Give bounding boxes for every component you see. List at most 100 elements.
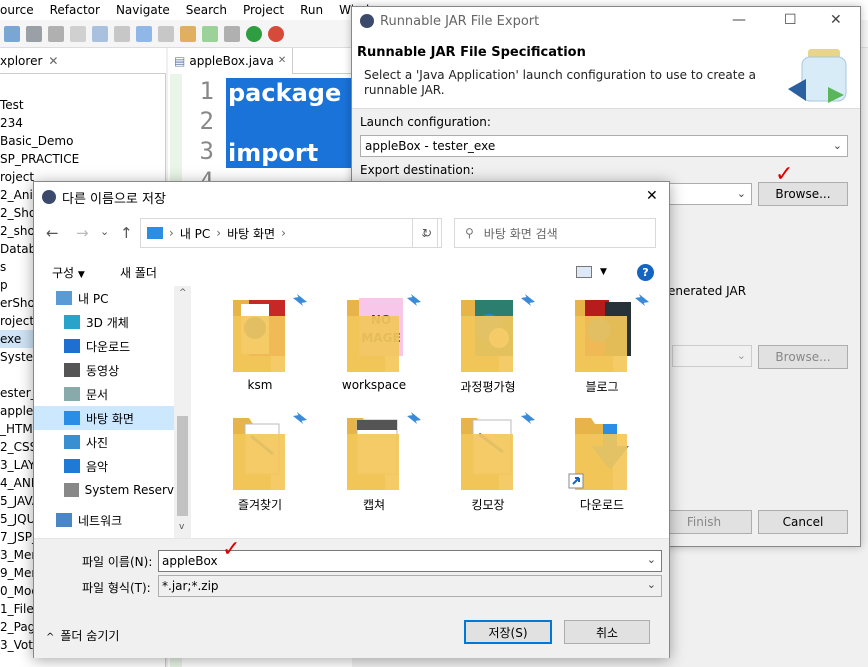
folder-item[interactable]: 과정평가형 xyxy=(433,286,543,396)
toolbar-icon[interactable] xyxy=(4,25,20,42)
back-arrow-icon[interactable]: ← xyxy=(46,224,59,242)
chevron-right-icon[interactable]: › xyxy=(216,226,221,240)
save-button[interactable]: 저장(S) xyxy=(464,620,552,644)
menu-search[interactable]: Search xyxy=(178,3,235,17)
editor-tab[interactable]: ▤ appleBox.java ✕ xyxy=(168,47,294,74)
menu-run[interactable]: Run xyxy=(292,3,331,17)
toolbar-icon[interactable] xyxy=(26,25,42,42)
chevron-down-icon[interactable]: ⌄ xyxy=(647,553,656,566)
chevron-down-icon[interactable]: ⌄ xyxy=(647,578,656,591)
nav-item[interactable]: 바탕 화면 xyxy=(34,406,189,430)
filename-value: appleBox xyxy=(162,554,218,568)
menu-navigate[interactable]: Navigate xyxy=(108,3,178,17)
toolbar-icon[interactable] xyxy=(48,25,64,42)
nav-item[interactable]: 내 PC xyxy=(34,286,189,310)
organize-menu[interactable]: 구성 ▼ xyxy=(52,264,85,281)
launch-config-select[interactable]: appleBox - tester_exe ⌄ xyxy=(360,135,848,157)
toolbar-icon[interactable] xyxy=(70,25,86,42)
menu-project[interactable]: Project xyxy=(235,3,292,17)
video-icon xyxy=(64,363,80,377)
nav-item[interactable]: 네트워크 xyxy=(34,508,189,532)
browse-button[interactable]: Browse... xyxy=(758,182,848,206)
cancel-button[interactable]: Cancel xyxy=(758,510,848,534)
chevron-right-icon[interactable]: › xyxy=(281,226,286,240)
folder-name: 캡쳐 xyxy=(362,498,386,512)
save-dialog-footer: 파일 이름(N): appleBox ⌄ 파일 형식(T): *.jar;*.z… xyxy=(34,538,669,658)
breadcrumb-pc[interactable]: 내 PC xyxy=(180,225,210,242)
close-icon[interactable]: ✕ xyxy=(278,55,286,66)
maximize-icon[interactable]: ☐ xyxy=(784,12,797,28)
caret-down-icon[interactable]: ▼ xyxy=(600,267,607,277)
scrollbar-thumb[interactable] xyxy=(177,416,188,516)
folder-item[interactable]: 블로그 xyxy=(547,286,657,396)
music-icon xyxy=(64,459,80,473)
minimize-icon[interactable]: — xyxy=(732,12,746,28)
nav-item[interactable]: 동영상 xyxy=(34,358,189,382)
close-icon[interactable]: ✕ xyxy=(48,54,58,68)
close-icon[interactable]: ✕ xyxy=(830,12,842,28)
menu-source[interactable]: ource xyxy=(0,3,42,17)
finish-button[interactable]: Finish xyxy=(656,510,752,534)
refresh-button[interactable]: ↻ xyxy=(412,218,442,248)
folder-item[interactable]: ksm xyxy=(205,286,315,396)
chevron-down-icon[interactable]: ⌄ xyxy=(100,225,109,238)
chevron-right-icon[interactable]: › xyxy=(169,226,174,240)
filetype-select[interactable]: *.jar;*.zip ⌄ xyxy=(158,575,662,597)
scroll-up-icon[interactable]: ^ xyxy=(179,288,187,298)
run-icon[interactable] xyxy=(246,25,262,42)
tree-item[interactable]: Test xyxy=(0,96,166,114)
folder-item[interactable]: 다운로드 xyxy=(547,404,657,514)
folder-name: 블로그 xyxy=(585,380,619,394)
folder-name: workspace xyxy=(341,378,407,392)
folder-item[interactable]: NOMAGE workspace xyxy=(319,286,429,396)
forward-arrow-icon[interactable]: → xyxy=(76,224,89,242)
jar-banner-icon xyxy=(788,49,847,103)
nav-scrollbar[interactable]: ^ v xyxy=(174,286,191,538)
search-input[interactable]: ⚲ 바탕 화면 검색 xyxy=(454,218,656,248)
toolbar-icon[interactable] xyxy=(202,25,218,42)
toolbar-icon[interactable] xyxy=(224,25,240,42)
debug-icon[interactable] xyxy=(268,25,284,42)
save-dialog-titlebar: 다른 이름으로 저장 ✕ xyxy=(34,182,669,212)
toolbar-icon[interactable] xyxy=(158,25,174,42)
toolbar-icon[interactable] xyxy=(180,25,196,42)
hide-folders-toggle[interactable]: ^ 폴더 숨기기 xyxy=(46,627,119,644)
pc-icon xyxy=(56,291,72,305)
jar-dialog-titlebar: Runnable JAR File Export — ☐ ✕ xyxy=(352,7,860,35)
help-icon[interactable]: ? xyxy=(637,263,654,281)
nav-item[interactable]: 음악 xyxy=(34,454,189,478)
folder-item[interactable]: 캡쳐 xyxy=(319,404,429,514)
nav-item[interactable]: 문서 xyxy=(34,382,189,406)
nav-item[interactable]: 사진 xyxy=(34,430,189,454)
jar-dialog-header: Runnable JAR File Specification Select a… xyxy=(352,35,860,109)
tree-item[interactable]: SP_PRACTICE xyxy=(0,150,166,168)
toolbar-icon[interactable] xyxy=(114,25,130,42)
refresh-icon: ↻ xyxy=(421,226,433,240)
up-arrow-icon[interactable]: ↑ xyxy=(120,224,133,242)
nav-item[interactable]: System Reserved xyxy=(34,478,189,502)
tree-item[interactable]: Basic_Demo xyxy=(0,132,166,150)
nav-item[interactable]: 3D 개체 xyxy=(34,310,189,334)
nav-item-label: 음악 xyxy=(86,459,109,474)
jar-dialog-title: Runnable JAR File Export xyxy=(380,13,540,29)
folder-item[interactable]: 즐겨찾기 xyxy=(205,404,315,514)
explorer-tab[interactable]: xplorer ✕ xyxy=(0,48,166,74)
view-icon[interactable] xyxy=(576,266,592,278)
toolbar-icon[interactable] xyxy=(136,25,152,42)
browse-button-disabled[interactable]: Browse... xyxy=(758,345,848,369)
cancel-button[interactable]: 취소 xyxy=(564,620,650,644)
menu-refactor[interactable]: Refactor xyxy=(42,3,108,17)
scroll-down-icon[interactable]: v xyxy=(179,522,184,532)
export-destination-label: Export destination: xyxy=(360,163,475,177)
new-folder-button[interactable]: 새 폴더 xyxy=(120,264,157,281)
file-list-area: ksm NOMAGE workspace 과정평가형 블로그즐겨찾기 캡쳐 킹모장 다운로드 xyxy=(191,286,669,538)
explorer-tab-label: xplorer xyxy=(0,53,43,68)
library-select[interactable]: ⌄ xyxy=(672,345,752,367)
breadcrumb-desktop[interactable]: 바탕 화면 xyxy=(227,225,275,242)
close-icon[interactable]: ✕ xyxy=(646,188,658,204)
toolbar-icon[interactable] xyxy=(92,25,108,42)
address-bar[interactable]: › 내 PC › 바탕 화면 › ⌄ xyxy=(140,218,438,248)
folder-item[interactable]: 킹모장 xyxy=(433,404,543,514)
tree-item[interactable]: 234 xyxy=(0,114,166,132)
nav-item[interactable]: 다운로드 xyxy=(34,334,189,358)
